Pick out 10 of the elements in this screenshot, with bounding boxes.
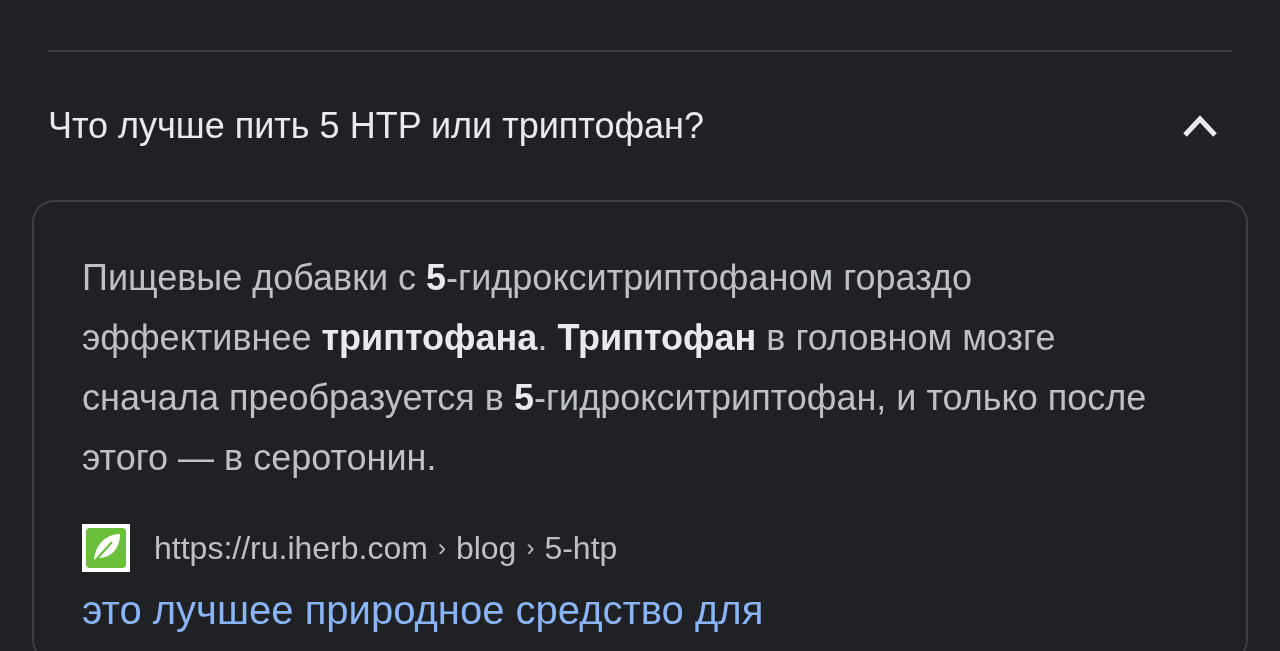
- leaf-icon: [82, 524, 130, 572]
- answer-text: Пищевые добавки с 5-гидрокситриптофаном гораздо эффективнее триптофана. Триптофан в головном мозге сначала преобразуется в 5-гидрокситриптофан, и только после этого — в серотонин.: [82, 256, 1148, 480]
- result-title-link[interactable]: это лучшее природное средство для: [82, 580, 1198, 640]
- source-url[interactable]: https://ru.iherb.com: [154, 524, 428, 572]
- breadcrumb-separator: ›: [437, 533, 446, 563]
- breadcrumb-item: 5-htp: [544, 529, 618, 568]
- breadcrumb-separator: ›: [526, 533, 535, 563]
- question-text[interactable]: Что лучше пить 5 HTP или триптофан?: [48, 99, 704, 153]
- chevron-up-icon[interactable]: [1182, 114, 1218, 138]
- breadcrumb-item: blog: [455, 529, 517, 568]
